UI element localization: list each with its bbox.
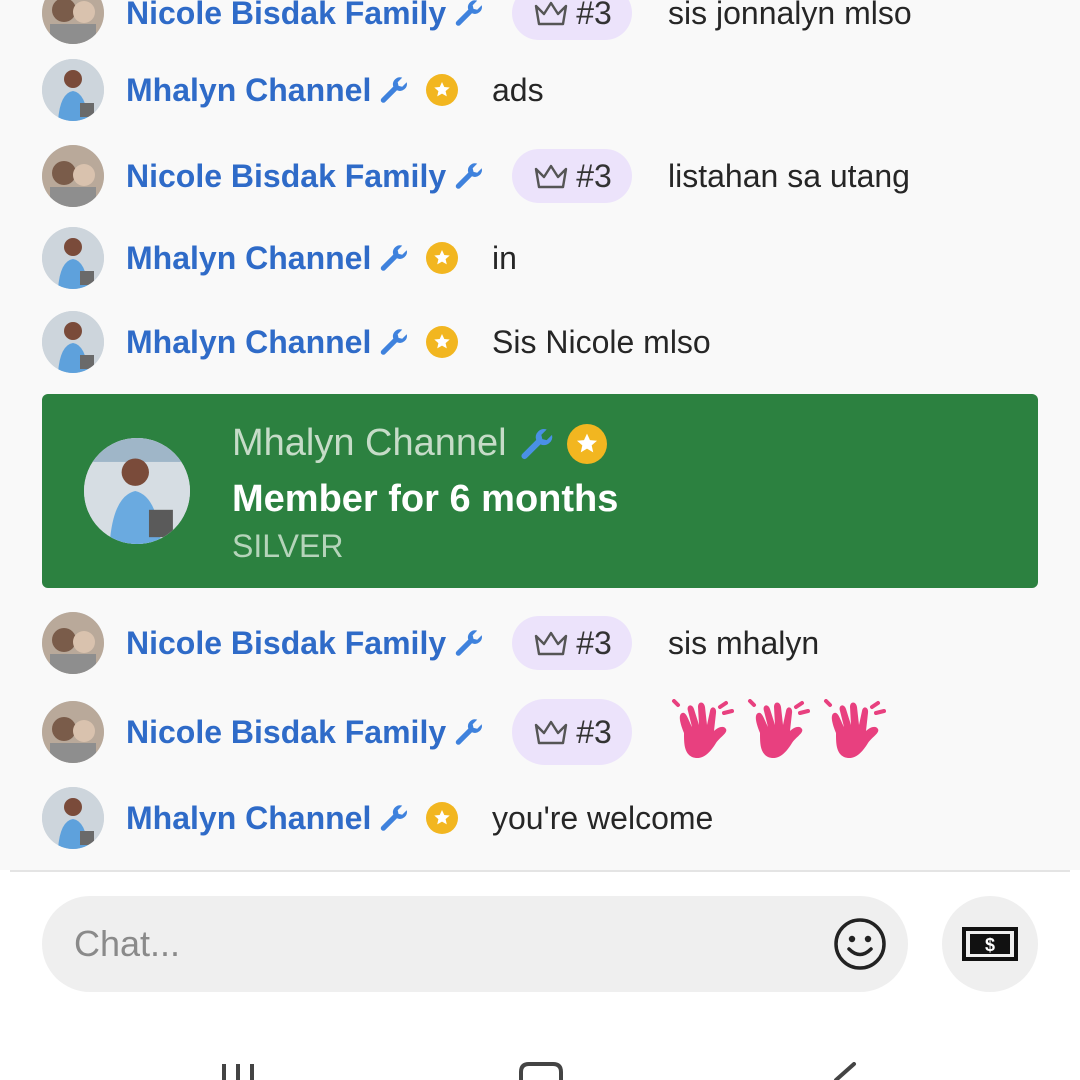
waving-hand-icon [672,699,734,759]
rank-chip[interactable]: #3 [512,616,632,670]
waving-hand-icon [748,699,810,759]
avatar-nicole[interactable] [42,145,104,207]
avatar-mhalyn[interactable] [42,227,104,289]
message-text: sis jonnalyn mlso [668,0,912,31]
message-text: listahan sa utang [668,157,910,194]
rank-chip[interactable]: #3 [512,149,632,203]
message-text: Sis Nicole mlso [492,323,711,360]
avatar-nicole[interactable] [42,0,104,44]
member-badge-icon [426,326,458,358]
crown-icon [532,717,570,747]
wrench-icon [517,424,557,464]
avatar-mhalyn[interactable] [84,438,190,544]
crown-icon [532,161,570,191]
message-text: sis mhalyn [668,624,820,661]
svg-text:$: $ [985,935,995,955]
crown-icon [532,628,570,658]
wrench-icon [452,0,486,30]
chat-message: Nicole Bisdak Family #3 sis mhalyn [0,608,1080,678]
avatar-nicole[interactable] [42,701,104,763]
chat-message: Mhalyn Channel ads [0,55,1080,125]
avatar-nicole[interactable] [42,612,104,674]
wrench-icon [377,801,411,835]
milestone-headline: Member for 6 months [232,478,619,520]
chat-input[interactable] [74,896,814,992]
recent-apps-icon[interactable] [218,1062,262,1080]
membership-milestone-card[interactable]: Mhalyn Channel Member for 6 months SILVE… [42,394,1038,588]
avatar-mhalyn[interactable] [42,59,104,121]
chat-message: Nicole Bisdak Family #3 [0,697,1080,767]
member-badge-icon [426,74,458,106]
rank-label: #3 [576,624,612,661]
author-name[interactable]: Nicole Bisdak Family [126,0,486,32]
chat-message: Nicole Bisdak Family #3 sis jonnalyn mls… [0,0,1080,48]
rank-label: #3 [576,157,612,194]
message-text: you're welcome [492,799,714,836]
chat-message: Nicole Bisdak Family #3 listahan sa utan… [0,141,1080,211]
author-name[interactable]: Mhalyn Channel [126,72,411,109]
divider [10,870,1070,872]
author-name[interactable]: Nicole Bisdak Family [126,625,486,662]
member-badge-icon [426,242,458,274]
milestone-author[interactable]: Mhalyn Channel [232,422,607,465]
wrench-icon [452,715,486,749]
member-badge-icon [566,423,607,464]
smiley-icon[interactable] [832,916,888,972]
chat-input-box[interactable] [42,896,908,992]
membership-level: SILVER [232,528,344,564]
rank-chip[interactable]: #3 [512,0,632,40]
avatar-mhalyn[interactable] [42,787,104,849]
message-text: in [492,239,517,276]
author-name[interactable]: Mhalyn Channel [126,800,411,837]
system-nav-bar [0,1040,1080,1080]
member-badge-icon [426,802,458,834]
message-text: ads [492,71,544,108]
chat-message: Mhalyn Channel in [0,223,1080,293]
wrench-icon [452,159,486,193]
chat-message: Mhalyn Channel Sis Nicole mlso [0,307,1080,377]
rank-label: #3 [576,713,612,750]
super-chat-button[interactable]: $ [942,896,1038,992]
rank-label: #3 [576,0,612,31]
author-name[interactable]: Nicole Bisdak Family [126,714,486,751]
avatar-mhalyn[interactable] [42,311,104,373]
chat-message: Mhalyn Channel you're welcome [0,783,1080,853]
wrench-icon [377,241,411,275]
back-icon[interactable] [828,1062,858,1080]
crown-icon [532,0,570,28]
live-chat-feed[interactable]: Nicole Bisdak Family #3 sis jonnalyn mls… [0,0,1080,870]
author-name[interactable]: Mhalyn Channel [126,240,411,277]
wrench-icon [377,325,411,359]
author-name[interactable]: Mhalyn Channel [126,324,411,361]
waving-hand-icon [824,699,886,759]
rank-chip[interactable]: #3 [512,699,632,765]
home-icon[interactable] [518,1062,564,1080]
dollar-bill-icon: $ [962,927,1018,961]
wrench-icon [452,626,486,660]
wrench-icon [377,73,411,107]
author-name[interactable]: Nicole Bisdak Family [126,158,486,195]
waving-hands-emoji [670,699,890,765]
